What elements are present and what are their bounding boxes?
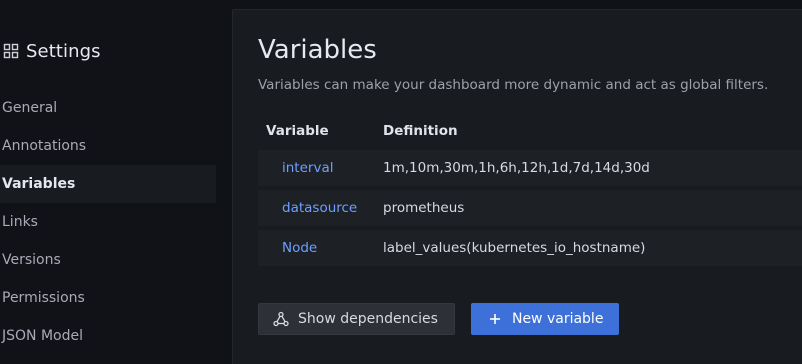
apps-grid-icon xyxy=(3,43,19,59)
sidebar-header: Settings xyxy=(3,38,101,64)
new-variable-label: New variable xyxy=(511,311,604,327)
table-header: Variable Definition xyxy=(258,116,802,146)
action-buttons: Show dependencies New variable xyxy=(258,303,620,335)
settings-nav: General Annotations Variables Links Vers… xyxy=(0,89,216,355)
variable-name-link[interactable]: Node xyxy=(258,240,383,256)
show-dependencies-button[interactable]: Show dependencies xyxy=(258,303,455,335)
app-root: Settings General Annotations Variables L… xyxy=(0,0,802,364)
page-description: Variables can make your dashboard more d… xyxy=(258,77,769,93)
variables-panel: Variables Variables can make your dashbo… xyxy=(232,9,802,364)
sidebar-item-general[interactable]: General xyxy=(0,89,216,127)
new-variable-button[interactable]: New variable xyxy=(470,303,620,335)
table-row[interactable]: Node label_values(kubernetes_io_hostname… xyxy=(258,230,802,266)
plus-icon xyxy=(487,311,503,327)
sidebar-item-variables[interactable]: Variables xyxy=(0,165,216,203)
sidebar-item-links[interactable]: Links xyxy=(0,203,216,241)
show-dependencies-label: Show dependencies xyxy=(298,311,438,327)
variable-name-link[interactable]: interval xyxy=(258,160,383,176)
column-header-variable: Variable xyxy=(266,123,329,139)
settings-sidebar: Settings General Annotations Variables L… xyxy=(0,0,232,364)
sidebar-title: Settings xyxy=(26,40,101,62)
page-title: Variables xyxy=(258,35,377,65)
variables-table: Variable Definition interval 1m,10m,30m,… xyxy=(258,116,802,266)
sidebar-item-json-model[interactable]: JSON Model xyxy=(0,317,216,355)
variable-definition: label_values(kubernetes_io_hostname) xyxy=(383,240,646,256)
variable-definition: prometheus xyxy=(383,200,465,216)
sidebar-item-annotations[interactable]: Annotations xyxy=(0,127,216,165)
variable-definition: 1m,10m,30m,1h,6h,12h,1d,7d,14d,30d xyxy=(383,160,650,176)
sidebar-item-versions[interactable]: Versions xyxy=(0,241,216,279)
column-header-definition: Definition xyxy=(383,123,458,139)
graph-nodes-icon xyxy=(273,311,289,327)
table-row[interactable]: datasource prometheus xyxy=(258,190,802,226)
variable-name-link[interactable]: datasource xyxy=(258,200,383,216)
sidebar-item-permissions[interactable]: Permissions xyxy=(0,279,216,317)
table-row[interactable]: interval 1m,10m,30m,1h,6h,12h,1d,7d,14d,… xyxy=(258,150,802,186)
